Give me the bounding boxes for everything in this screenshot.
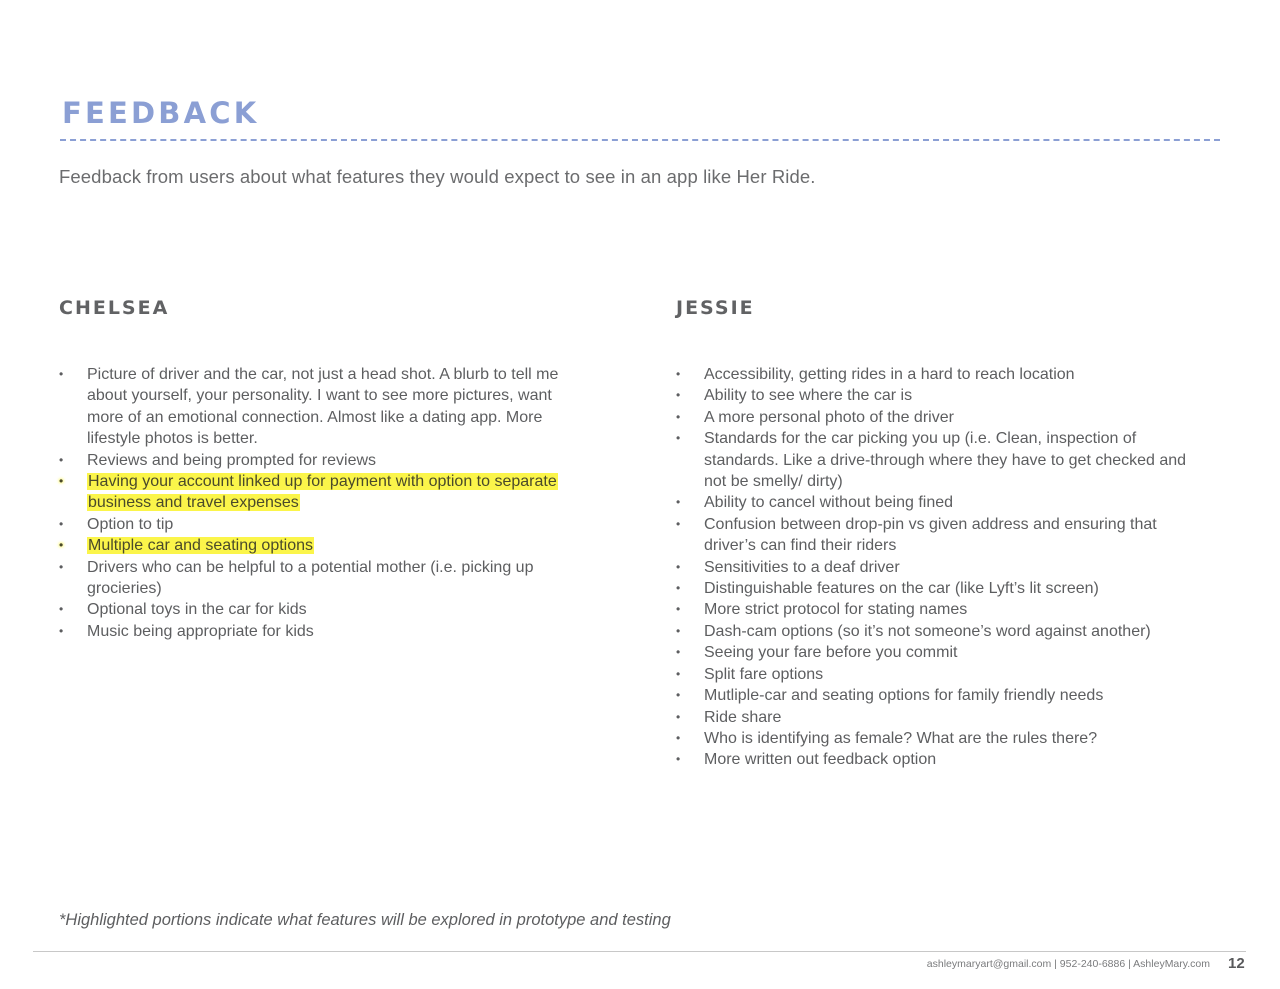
feedback-item: • More strict protocol for stating names	[676, 599, 1204, 620]
bullet-icon: •	[59, 602, 64, 617]
bullet-icon: •	[59, 538, 64, 553]
bullet-icon: •	[676, 645, 681, 660]
feedback-item-text: Dash-cam options (so it’s not someone’s …	[704, 622, 1151, 640]
page-subtitle: Feedback from users about what features …	[59, 166, 816, 187]
feedback-item: • Reviews and being prompted for reviews	[59, 450, 562, 471]
feedback-item-text: Distinguishable features on the car (lik…	[704, 580, 1099, 598]
feedback-item-text: Sensitivities to a deaf driver	[704, 558, 900, 576]
feedback-item-text: Multiple car and seating options	[87, 537, 315, 555]
feedback-item-text: Standards for the car picking you up (i.…	[704, 430, 1187, 491]
feedback-list: • Picture of driver and the car, not just…	[59, 364, 579, 642]
page-title: FEEDBACK	[62, 96, 260, 130]
bullet-icon: •	[59, 474, 64, 489]
feedback-item-text: Seeing your fare before you commit	[704, 644, 958, 662]
feedback-item-text: Having your account linked up for paymen…	[87, 473, 558, 512]
feedback-item-text: Accessibility, getting rides in a hard t…	[704, 366, 1075, 383]
feedback-item: • Distinguishable features on the car (li…	[676, 578, 1204, 599]
bullet-icon: •	[676, 730, 681, 745]
feedback-item: • Dash-cam options (so it’s not someone’s…	[676, 621, 1204, 642]
feedback-item: • Sensitivities to a deaf driver	[676, 557, 1204, 578]
bullet-icon: •	[676, 709, 681, 724]
feedback-item: • Split fare options	[676, 664, 1204, 685]
highlighted-feedback-item: • Multiple car and seating options	[59, 535, 562, 556]
highlight-footnote: *Highlighted portions indicate what feat…	[59, 911, 671, 929]
feedback-item: • Option to tip	[59, 514, 562, 535]
bullet-icon: •	[676, 752, 681, 767]
page-number: 12	[1228, 955, 1245, 972]
bullet-icon: •	[59, 559, 64, 574]
feedback-item: • Who is identifying as female? What are …	[676, 728, 1204, 749]
feedback-item: • Picture of driver and the car, not just…	[59, 364, 562, 450]
feedback-item-text: Ability to cancel without being fined	[704, 494, 954, 512]
feedback-item: • Accessibility, getting rides in a hard …	[676, 364, 1204, 385]
feedback-item-text: Confusion between drop-pin vs given addr…	[704, 515, 1157, 555]
feedback-item-text: Optional toys in the car for kids	[87, 601, 307, 619]
bullet-icon: •	[59, 623, 64, 638]
feedback-item-text: A more personal photo of the driver	[704, 408, 954, 426]
feedback-item: • Seeing your fare before you commit	[676, 642, 1204, 663]
feedback-item-text: Picture of driver and the car, not just …	[87, 366, 559, 448]
feedback-item-text: Reviews and being prompted for reviews	[87, 451, 377, 469]
bullet-icon: •	[59, 452, 64, 467]
feedback-item: • More written out feedback option	[676, 749, 1204, 770]
feedback-item-text: More written out feedback option	[704, 751, 937, 769]
bullet-icon: •	[676, 409, 681, 424]
feedback-item: • Ability to see where the car is	[676, 385, 1204, 406]
bullet-icon: •	[676, 388, 681, 403]
highlighted-feedback-item: • Having your account linked up for payme…	[59, 471, 562, 514]
feedback-item-text: Ride share	[704, 708, 782, 726]
bullet-icon: •	[676, 623, 681, 638]
feedback-item: • Optional toys in the car for kids	[59, 599, 562, 620]
bullet-icon: •	[676, 431, 681, 446]
title-dashed-divider	[60, 139, 1220, 141]
feedback-item-text: Mutliple-car and seating options for fam…	[704, 687, 1104, 705]
feedback-item: • Ride share	[676, 707, 1204, 728]
bullet-icon: •	[676, 602, 681, 617]
feedback-item-text: Drivers who can be helpful to a potentia…	[87, 558, 534, 598]
bullet-icon: •	[676, 495, 681, 510]
feedback-item-text: More strict protocol for stating names	[704, 601, 968, 619]
feedback-item: • Ability to cancel without being fined	[676, 492, 1204, 513]
bullet-icon: •	[676, 559, 681, 574]
bullet-icon: •	[676, 516, 681, 531]
bullet-icon: •	[676, 688, 681, 703]
feedback-item: • Standards for the car picking you up (i…	[676, 428, 1204, 492]
feedback-item: • A more personal photo of the driver	[676, 407, 1204, 428]
feedback-item: • Confusion between drop-pin vs given add…	[676, 514, 1204, 557]
bullet-icon: •	[676, 581, 681, 596]
footer-contact-info: ashleymaryart@gmail.com | 952-240-6886 |…	[926, 958, 1210, 970]
bullet-icon: •	[676, 367, 681, 381]
feedback-list: • Accessibility, getting rides in a hard …	[676, 364, 1221, 771]
feedback-item: • Drivers who can be helpful to a potenti…	[59, 557, 562, 600]
feedback-item-text: Who is identifying as female? What are t…	[704, 729, 1098, 747]
feedback-item: • Mutliple-car and seating options for fa…	[676, 685, 1204, 706]
bullet-icon: •	[676, 666, 681, 681]
column-heading: JESSIE	[676, 297, 755, 319]
feedback-item-text: Split fare options	[704, 665, 824, 683]
feedback-item-text: Music being appropriate for kids	[87, 622, 314, 640]
feedback-item-text: Option to tip	[87, 515, 174, 533]
bullet-icon: •	[59, 516, 64, 531]
footer-divider	[33, 951, 1246, 952]
feedback-item-text: Ability to see where the car is	[704, 387, 913, 405]
feedback-item: • Music being appropriate for kids	[59, 621, 562, 642]
bullet-icon: •	[59, 367, 64, 381]
column-heading: CHELSEA	[59, 297, 170, 319]
